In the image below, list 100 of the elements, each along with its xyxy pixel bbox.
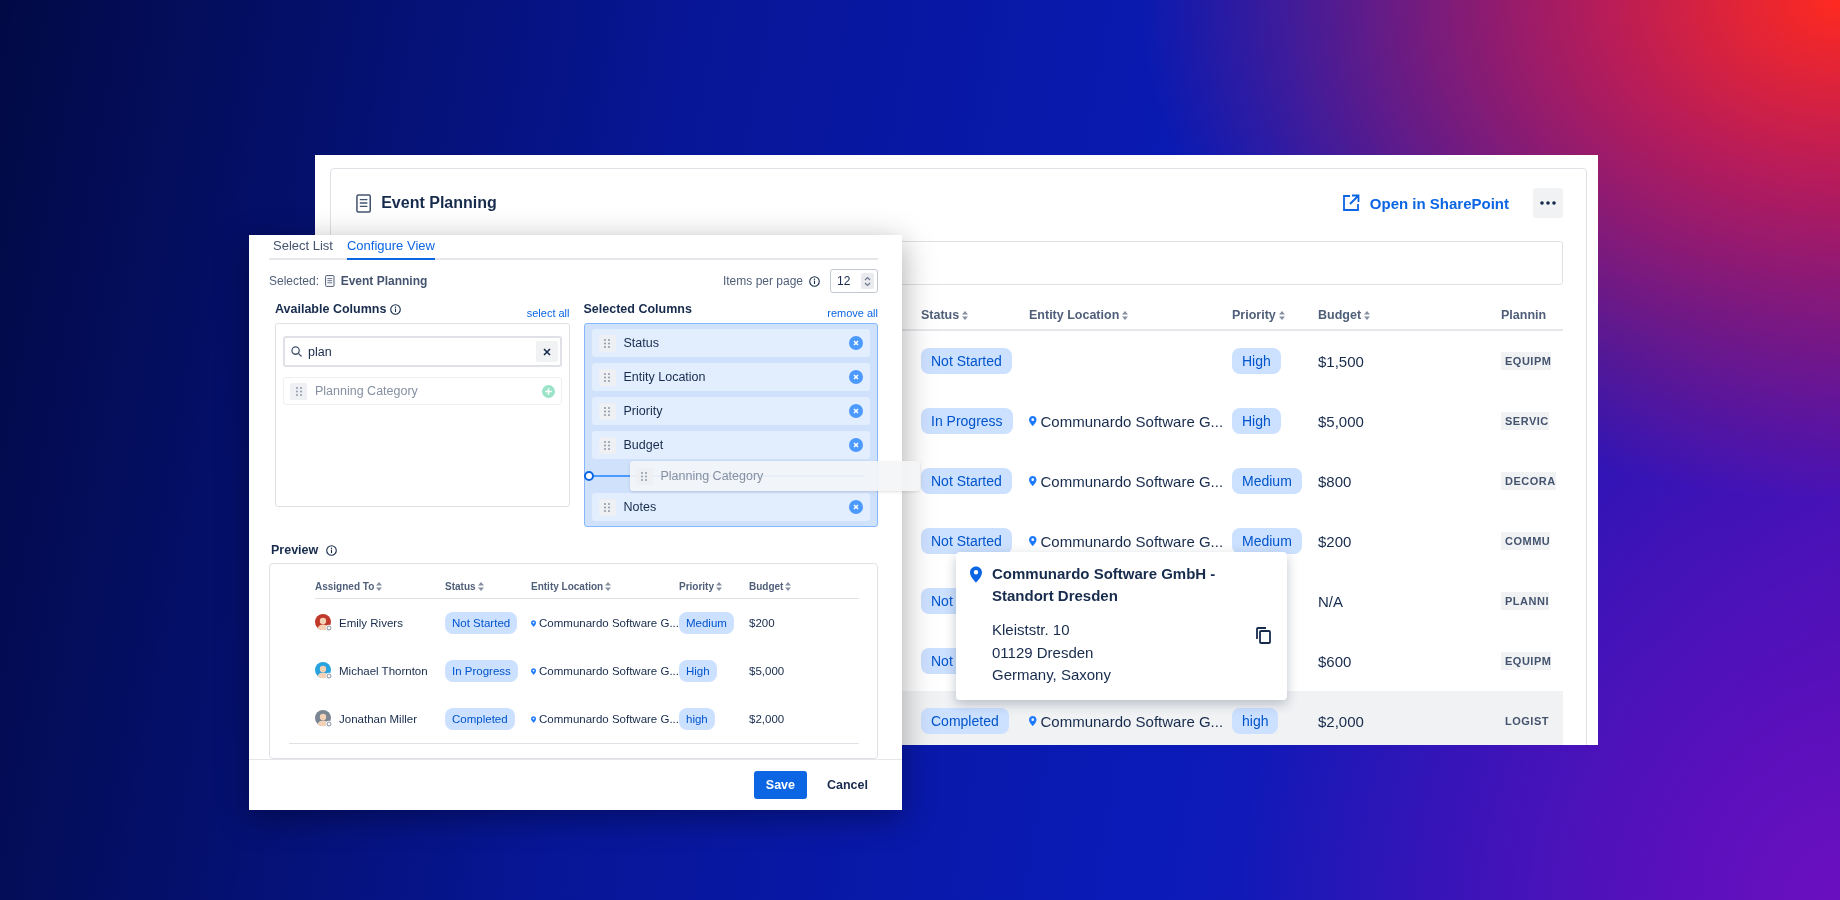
priority-badge: Medium (1232, 528, 1302, 554)
status-badge: Not Started (921, 528, 1012, 554)
preview-title: Preview (271, 543, 319, 557)
drag-handle[interactable] (598, 368, 616, 386)
priority-badge: high (679, 708, 715, 730)
save-button[interactable]: Save (753, 771, 807, 799)
location-link[interactable]: Communardo Software G... (1040, 472, 1224, 490)
items-per-page-field[interactable]: 12 (830, 269, 878, 293)
category-tag: PLANNI (1501, 592, 1549, 610)
column-header[interactable]: Priority (1232, 301, 1318, 331)
remove-icon[interactable] (849, 500, 863, 514)
drag-handle[interactable] (598, 334, 616, 352)
column-header[interactable]: Status (921, 301, 1029, 331)
category-tag: EQUIPM (1501, 652, 1552, 670)
tab[interactable]: Select List (273, 235, 333, 260)
assignee-name: Emily Rivers (339, 617, 403, 629)
column-header[interactable]: Priority (679, 574, 749, 599)
sort-icon[interactable] (477, 581, 484, 591)
location-link[interactable]: Communardo Software G... (1040, 532, 1224, 550)
open-sharepoint-link[interactable]: Open in SharePoint (1341, 194, 1509, 212)
budget-text: N/A (1318, 592, 1343, 610)
address-line: Germany, Saxony (992, 665, 1111, 685)
copy-icon (1256, 627, 1271, 644)
remove-icon[interactable] (849, 336, 863, 350)
select-all-link[interactable]: select all (526, 307, 570, 319)
column-item[interactable]: Entity Location (591, 363, 870, 391)
close-icon (542, 347, 551, 356)
budget-text: $200 (1318, 532, 1352, 550)
pin-icon (1029, 716, 1037, 726)
selected-list-name: Event Planning (340, 274, 428, 288)
column-header[interactable]: Status (445, 574, 531, 599)
priority-badge: Medium (679, 612, 734, 634)
pin-icon (531, 666, 536, 676)
status-badge: In Progress (921, 408, 1013, 434)
pin-icon (531, 618, 536, 628)
copy-button[interactable] (1256, 627, 1271, 647)
location-link[interactable]: Communardo Software G... (1040, 412, 1224, 430)
selected-label: Selected: (269, 274, 320, 288)
sort-icon[interactable] (376, 581, 383, 591)
info-icon[interactable] (326, 544, 338, 556)
tab[interactable]: Configure View (347, 235, 435, 260)
remove-all-link[interactable]: remove all (827, 307, 878, 319)
drag-handle[interactable] (635, 467, 653, 485)
more-button[interactable] (1533, 188, 1563, 218)
location-name: Communardo Software GmbH - Standort Dresden (992, 564, 1217, 606)
budget-text: $5,000 (1318, 412, 1364, 430)
column-header[interactable]: Budget (749, 574, 859, 599)
sort-icon[interactable] (1364, 310, 1371, 320)
column-header[interactable]: Plannin (1501, 301, 1563, 331)
column-item[interactable]: Priority (591, 397, 870, 425)
location-link[interactable]: Communardo Software G... (539, 617, 679, 629)
column-header[interactable]: Assigned To (315, 574, 445, 599)
category-tag: EQUIPM (1501, 352, 1552, 370)
info-icon[interactable] (390, 303, 402, 315)
sort-icon[interactable] (605, 581, 612, 591)
avatar (315, 662, 333, 680)
budget-text: $2,000 (1318, 712, 1364, 730)
category-tag: COMMU (1501, 532, 1551, 550)
sort-icon[interactable] (1122, 310, 1129, 320)
column-item[interactable]: Status (591, 329, 870, 357)
document-icon (325, 275, 335, 287)
search-field[interactable]: plan (283, 336, 562, 367)
sort-icon[interactable] (962, 310, 969, 320)
sort-icon[interactable] (716, 581, 722, 591)
remove-icon[interactable] (849, 370, 863, 384)
pin-icon (531, 714, 536, 724)
location-link[interactable]: Communardo Software G... (539, 665, 679, 677)
sort-icon[interactable] (785, 581, 792, 591)
pin-icon (1029, 416, 1037, 426)
priority-badge: High (1232, 348, 1281, 374)
status-badge: Completed (921, 708, 1009, 734)
column-header[interactable]: Entity Location (1029, 301, 1232, 331)
column-item[interactable]: Notes (591, 493, 870, 521)
column-item[interactable]: Budget (591, 431, 870, 459)
document-icon (356, 193, 372, 213)
category-tag: SERVIC (1501, 412, 1549, 430)
cancel-button[interactable]: Cancel (815, 771, 880, 799)
budget-text: $600 (1318, 652, 1352, 670)
remove-icon[interactable] (849, 438, 863, 452)
category-tag: DECORA (1501, 472, 1556, 490)
column-header[interactable]: Budget (1318, 301, 1501, 331)
selected-columns-title: Selected Columns (583, 302, 692, 316)
priority-badge: High (679, 660, 717, 682)
drag-handle[interactable] (598, 402, 616, 420)
sort-icon[interactable] (1278, 310, 1285, 320)
avatar (315, 710, 333, 728)
drag-handle[interactable] (598, 436, 616, 454)
budget-text: $1,500 (1318, 352, 1364, 370)
remove-icon[interactable] (849, 404, 863, 418)
info-icon[interactable] (809, 275, 820, 287)
drag-handle[interactable] (598, 498, 616, 516)
column-header[interactable]: Entity Location (531, 574, 679, 599)
location-link[interactable]: Communardo Software G... (539, 713, 679, 725)
items-per-page-label: Items per page (722, 274, 803, 288)
spinner-icon[interactable] (861, 273, 874, 289)
drag-handle[interactable] (290, 382, 307, 400)
status-badge: Completed (445, 708, 515, 730)
clear-button[interactable] (535, 341, 558, 362)
budget-text: $2,000 (749, 713, 785, 725)
address-line: Kleiststr. 10 (992, 620, 1071, 640)
